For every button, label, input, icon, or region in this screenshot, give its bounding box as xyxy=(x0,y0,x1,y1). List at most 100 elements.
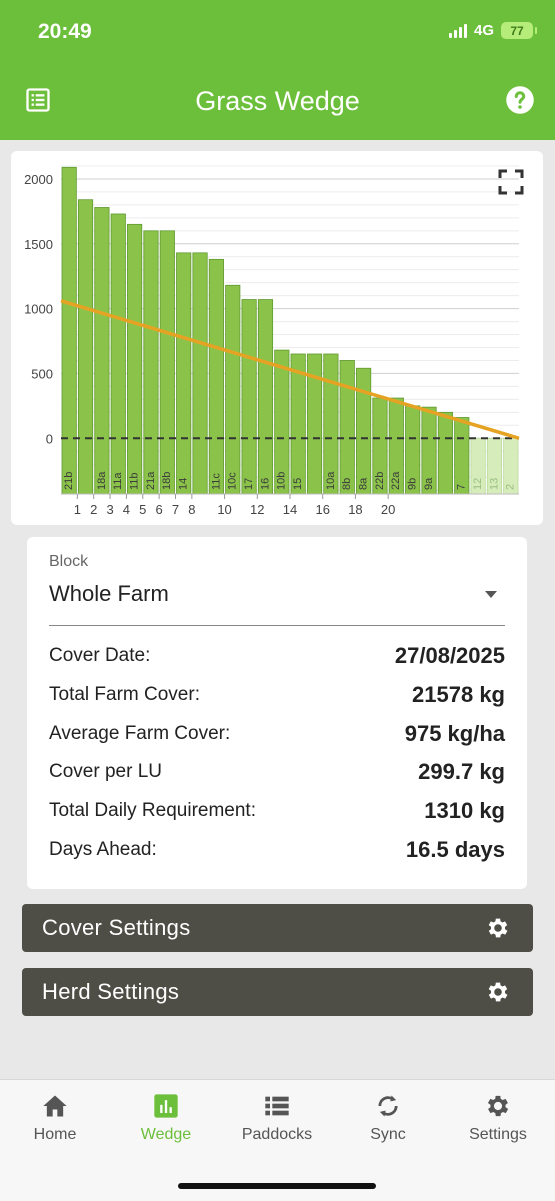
app-bar: Grass Wedge xyxy=(0,64,555,140)
stat-average-farm-cover: Average Farm Cover: 975 kg/ha xyxy=(49,721,505,753)
stat-value: 975 kg/ha xyxy=(404,721,505,746)
x-tick-label: 1 xyxy=(74,502,81,517)
x-tick-label: 12 xyxy=(250,502,264,517)
chart-bar xyxy=(192,252,208,495)
stat-value: 299.7 kg xyxy=(418,759,505,784)
bar-label: 14 xyxy=(178,478,190,490)
block-selected-value: Whole Farm xyxy=(49,581,169,606)
bar-label: 18b xyxy=(161,472,173,490)
stat-days-ahead: Days Ahead: 16.5 days xyxy=(49,837,505,869)
chart-bar xyxy=(339,360,355,495)
x-tick-label: 16 xyxy=(315,502,329,517)
stat-label: Days Ahead: xyxy=(49,839,157,860)
stat-total-daily-requirement: Total Daily Requirement: 1310 kg xyxy=(49,798,505,830)
bar-label: 11a xyxy=(112,472,124,490)
stat-cover-per-lu: Cover per LU 299.7 kg xyxy=(49,759,505,791)
gear-icon xyxy=(485,915,511,941)
chart-bar xyxy=(176,252,192,495)
chevron-down-icon xyxy=(485,591,497,598)
bar-chart-icon xyxy=(154,1094,178,1118)
bar-label: 8a xyxy=(358,477,370,490)
battery-icon: 77 xyxy=(501,22,537,39)
x-tick-label: 14 xyxy=(283,502,297,517)
y-tick-label: 1500 xyxy=(24,237,53,252)
x-tick-label: 6 xyxy=(156,502,163,517)
chart-bar xyxy=(159,230,175,495)
chart-bar xyxy=(454,417,470,495)
bar-label: 13 xyxy=(488,478,500,490)
herd-settings-button[interactable]: Herd Settings xyxy=(22,968,533,1016)
nav-wedge[interactable]: Wedge xyxy=(116,1092,216,1144)
wedge-chart-card: 0 500 1000 1500 2000 21b 18a 11a 11b 21a 18b 14 11c 1… xyxy=(11,151,543,525)
chart-bar xyxy=(208,258,224,495)
nav-sync[interactable]: Sync xyxy=(338,1092,438,1144)
x-tick-label: 2 xyxy=(90,502,97,517)
signal-icon xyxy=(448,23,467,38)
nav-paddocks[interactable]: Paddocks xyxy=(227,1092,327,1144)
bar-label: 8b xyxy=(341,478,353,490)
stat-value: 1310 kg xyxy=(424,798,505,823)
stat-total-farm-cover: Total Farm Cover: 21578 kg xyxy=(49,682,505,714)
chart-bar xyxy=(356,367,372,495)
chart-bar xyxy=(437,411,453,495)
nav-settings[interactable]: Settings xyxy=(448,1092,548,1144)
x-tick-label: 3 xyxy=(106,502,113,517)
herd-settings-label: Herd Settings xyxy=(42,979,180,1004)
bar-label: 22b xyxy=(374,472,386,490)
sync-icon xyxy=(378,1095,398,1117)
nav-label: Sync xyxy=(370,1126,406,1143)
stat-label: Cover Date: xyxy=(49,645,151,666)
bar-label: 12 xyxy=(472,478,484,490)
y-tick-label: 0 xyxy=(46,431,53,446)
nav-label: Wedge xyxy=(140,1126,192,1143)
y-tick-label: 500 xyxy=(31,366,53,381)
cover-settings-label: Cover Settings xyxy=(42,915,191,940)
chart-bar xyxy=(77,199,94,495)
nav-label: Home xyxy=(33,1126,77,1143)
bar-label: 2 xyxy=(505,484,517,490)
nav-label: Settings xyxy=(469,1126,527,1143)
cover-settings-button[interactable]: Cover Settings xyxy=(22,904,533,952)
bar-label: 9a xyxy=(423,477,435,490)
x-tick-label: 10 xyxy=(217,502,231,517)
status-bar: 20:49 4G 77 xyxy=(0,0,555,64)
bar-label: 10b xyxy=(276,472,288,490)
stat-label: Total Farm Cover: xyxy=(49,684,200,705)
bar-label: 21b xyxy=(63,472,75,490)
stat-label: Cover per LU xyxy=(49,761,162,782)
wedge-chart: 050010001500200021b 18a 11a 11b 21a 18b 14 11c 1… xyxy=(24,165,520,517)
stat-value: 21578 kg xyxy=(412,682,505,707)
battery-level: 77 xyxy=(510,23,524,38)
block-label: Block xyxy=(49,553,89,570)
x-tick-label: 8 xyxy=(188,502,195,517)
nav-home[interactable]: Home xyxy=(5,1092,105,1144)
gear-icon xyxy=(485,979,511,1005)
x-tick-label: 5 xyxy=(139,502,146,517)
help-icon[interactable] xyxy=(504,84,536,116)
stat-label: Average Farm Cover: xyxy=(49,723,231,744)
chart-bar xyxy=(225,284,241,495)
chart-bar xyxy=(241,299,257,495)
bar-label: 11b xyxy=(129,472,141,490)
chart-bar xyxy=(61,166,77,495)
bar-label: 11c xyxy=(210,473,222,490)
bar-label: 18a xyxy=(96,471,108,490)
list-icon xyxy=(265,1096,289,1116)
stat-value: 16.5 days xyxy=(405,837,505,862)
chart-bar xyxy=(127,223,143,495)
nav-label: Paddocks xyxy=(241,1126,313,1143)
chart-bar xyxy=(94,207,110,495)
bar-label: 15 xyxy=(292,478,304,490)
block-select[interactable]: Whole Farm xyxy=(49,577,505,626)
bar-label: 10a xyxy=(325,471,337,490)
fullscreen-icon[interactable] xyxy=(497,168,525,196)
stat-label: Total Daily Requirement: xyxy=(49,800,256,821)
chart-bar xyxy=(110,213,126,495)
stat-value: 27/08/2025 xyxy=(394,643,505,668)
x-tick-label: 7 xyxy=(172,502,179,517)
status-time: 20:49 xyxy=(38,20,92,43)
home-indicator xyxy=(178,1183,376,1189)
chart-bar xyxy=(143,230,159,495)
y-tick-label: 2000 xyxy=(24,172,53,187)
stat-cover-date: Cover Date: 27/08/2025 xyxy=(49,643,505,675)
